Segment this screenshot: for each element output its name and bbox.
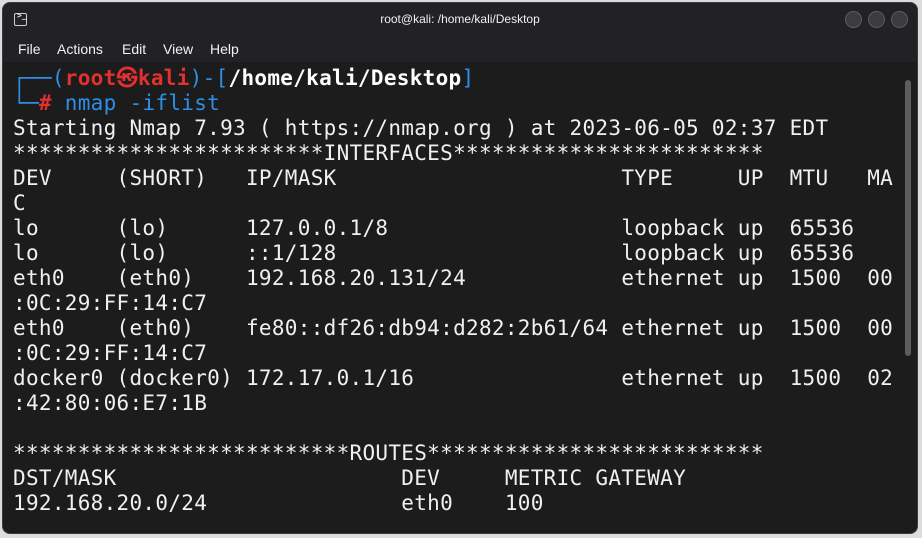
prompt-hash: # [38,91,52,115]
maximize-button[interactable] [868,11,885,28]
terminal-window: >_ root@kali: /home/kali/Desktop File Ac… [3,3,917,533]
output-line: :0C:29:FF:14:C7 [13,291,208,315]
prompt-corner-bottom: └─ [13,91,39,115]
prompt-separator: )-[ [189,66,229,90]
output-line: lo (lo) ::1/128 loopback up 65536 [13,241,855,265]
prompt-corner-top: ┌──( [13,66,65,90]
menu-view[interactable]: View [163,41,193,57]
prompt-at-icon: ㉿ [116,66,138,90]
scrollbar-thumb[interactable] [905,80,911,356]
minimize-button[interactable] [845,11,862,28]
command-text: nmap -iflist [51,91,221,115]
output-line: eth0 (eth0) 192.168.20.131/24 ethernet u… [13,266,894,290]
output-line: :0C:29:FF:14:C7 [13,341,208,365]
prompt-user: root [64,66,117,90]
output-line: DST/MASK DEV METRIC GATEWAY [13,466,687,490]
prompt-line-1: ┌──(root㉿kali)-[/home/kali/Desktop] [13,66,474,91]
prompt-line-2: └─# nmap -iflist [13,91,220,116]
output-line: ************************INTERFACES******… [13,141,764,165]
menu-bar: File Actions Edit View Help [3,36,917,62]
output-line: **************************ROUTES********… [13,441,764,465]
output-line: :42:80:06:E7:1B [13,391,208,415]
menu-file[interactable]: File [18,41,41,57]
window-title: root@kali: /home/kali/Desktop [380,12,540,26]
close-button[interactable] [891,11,908,28]
menu-edit[interactable]: Edit [122,41,146,57]
prompt-host: kali [137,66,190,90]
title-bar[interactable]: >_ root@kali: /home/kali/Desktop [3,3,917,36]
prompt-path: /home/kali/Desktop [228,66,462,90]
menu-actions[interactable]: Actions [57,41,103,57]
output-line: docker0 (docker0) 172.17.0.1/16 ethernet… [13,366,894,390]
output-line: DEV (SHORT) IP/MASK TYPE UP MTU MA [13,166,894,190]
scrollbar[interactable] [901,62,917,533]
output-line: C [13,191,26,215]
menu-help[interactable]: Help [210,41,239,57]
output-line: lo (lo) 127.0.0.1/8 loopback up 65536 [13,216,855,240]
terminal-output[interactable]: ┌──(root㉿kali)-[/home/kali/Desktop] └─# … [3,62,901,533]
prompt-bracket-close: ] [461,66,475,90]
output-line: eth0 (eth0) fe80::df26:db94:d282:2b61/64… [13,316,894,340]
output-line: Starting Nmap 7.93 ( https://nmap.org ) … [13,116,829,140]
output-line: 192.168.20.0/24 eth0 100 [13,491,544,515]
